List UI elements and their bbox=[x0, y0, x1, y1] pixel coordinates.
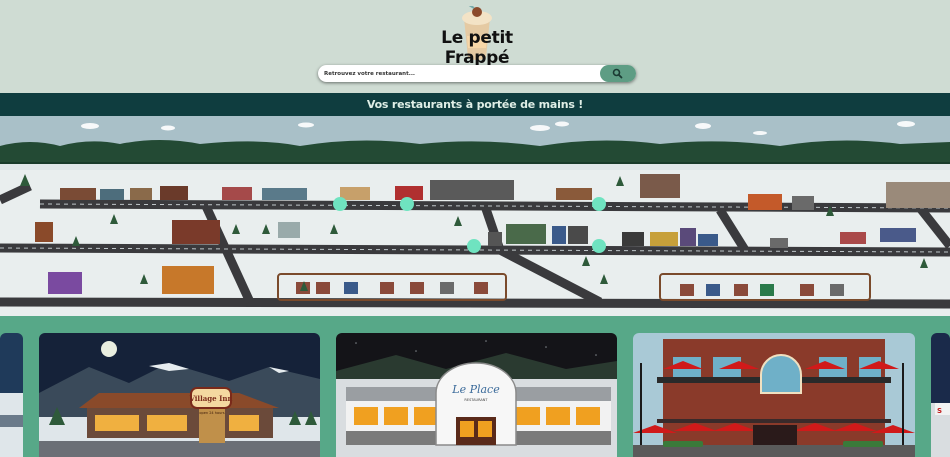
logo[interactable]: Le petit Frappé bbox=[412, 6, 542, 68]
le-place-subsign: RESTAURANT bbox=[464, 398, 488, 402]
town-map-illustration bbox=[0, 116, 950, 316]
map-marker[interactable] bbox=[467, 239, 481, 253]
le-place-sign: Le Place bbox=[451, 383, 500, 396]
search-bar bbox=[318, 65, 636, 82]
restaurant-card-le-place[interactable]: Le Place RESTAURANT bbox=[336, 333, 617, 457]
site-header: Le petit Frappé bbox=[0, 0, 950, 93]
search-input[interactable] bbox=[324, 67, 594, 80]
logo-text: Le petit Frappé bbox=[441, 28, 513, 68]
map-marker[interactable] bbox=[592, 239, 606, 253]
tagline-banner: Vos restaurants à portée de mains ! bbox=[0, 93, 950, 116]
village-inn-illustration: Village Inn open 24 hours bbox=[39, 333, 320, 457]
brick-restaurant-illustration bbox=[633, 333, 915, 457]
restaurant-card-village-inn[interactable]: Village Inn open 24 hours bbox=[39, 333, 320, 457]
map-marker[interactable] bbox=[592, 197, 606, 211]
town-map[interactable] bbox=[0, 116, 950, 316]
village-inn-sign: Village Inn bbox=[188, 394, 232, 403]
le-place-illustration: Le Place RESTAURANT bbox=[336, 333, 617, 457]
village-inn-subsign: open 24 hours bbox=[199, 411, 224, 415]
search-icon bbox=[612, 68, 623, 79]
svg-text:S: S bbox=[937, 407, 942, 415]
restaurant-card-brick[interactable] bbox=[633, 333, 915, 457]
map-marker[interactable] bbox=[400, 197, 414, 211]
restaurant-card-partial-left[interactable] bbox=[0, 333, 23, 457]
restaurant-gallery: Village Inn open 24 hours Le Place RESTA… bbox=[0, 316, 950, 457]
restaurant-card-partial-right[interactable]: S bbox=[931, 333, 950, 457]
search-button[interactable] bbox=[600, 65, 636, 82]
map-marker[interactable] bbox=[333, 197, 347, 211]
